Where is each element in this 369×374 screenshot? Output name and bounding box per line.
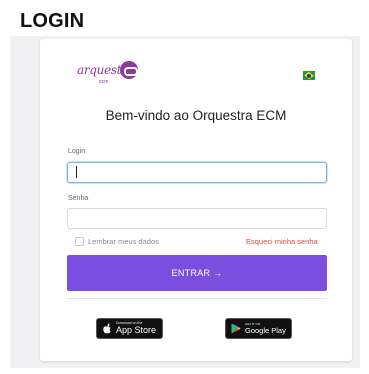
senha-label: Senha (68, 195, 89, 202)
remember-me[interactable]: Lembrar meus dados (75, 237, 159, 246)
forgot-password-link[interactable]: Esqueci minha senha (246, 237, 318, 246)
app-store-badge[interactable]: Download on the App Store (96, 318, 163, 339)
page-heading: LOGIN (20, 10, 85, 32)
welcome-title: Bem-vindo ao Orquestra ECM (105, 108, 287, 123)
login-label: Login (68, 148, 86, 155)
orquestra-logo: arquestro ecm (77, 60, 138, 90)
text-caret (76, 166, 77, 178)
google-play-icon (231, 323, 241, 335)
senha-input[interactable] (67, 208, 327, 229)
google-play-big-text: Google Play (245, 325, 286, 335)
remember-checkbox[interactable] (75, 237, 84, 246)
apple-icon (102, 323, 112, 335)
logo-subtext: ecm (99, 79, 109, 85)
remember-label: Lembrar meus dados (88, 237, 159, 246)
divider (67, 298, 327, 299)
brazil-flag-icon[interactable] (303, 71, 315, 80)
app-store-text: Download on the App Store (116, 321, 157, 336)
login-submit-button[interactable]: ENTRAR → (67, 255, 327, 291)
google-play-badge[interactable]: GET IT ON Google Play (225, 318, 292, 339)
google-play-text: GET IT ON Google Play (245, 322, 286, 335)
app-store-big-text: App Store (116, 325, 157, 336)
login-input[interactable] (67, 162, 327, 183)
orquestra-badge-icon (120, 61, 138, 79)
